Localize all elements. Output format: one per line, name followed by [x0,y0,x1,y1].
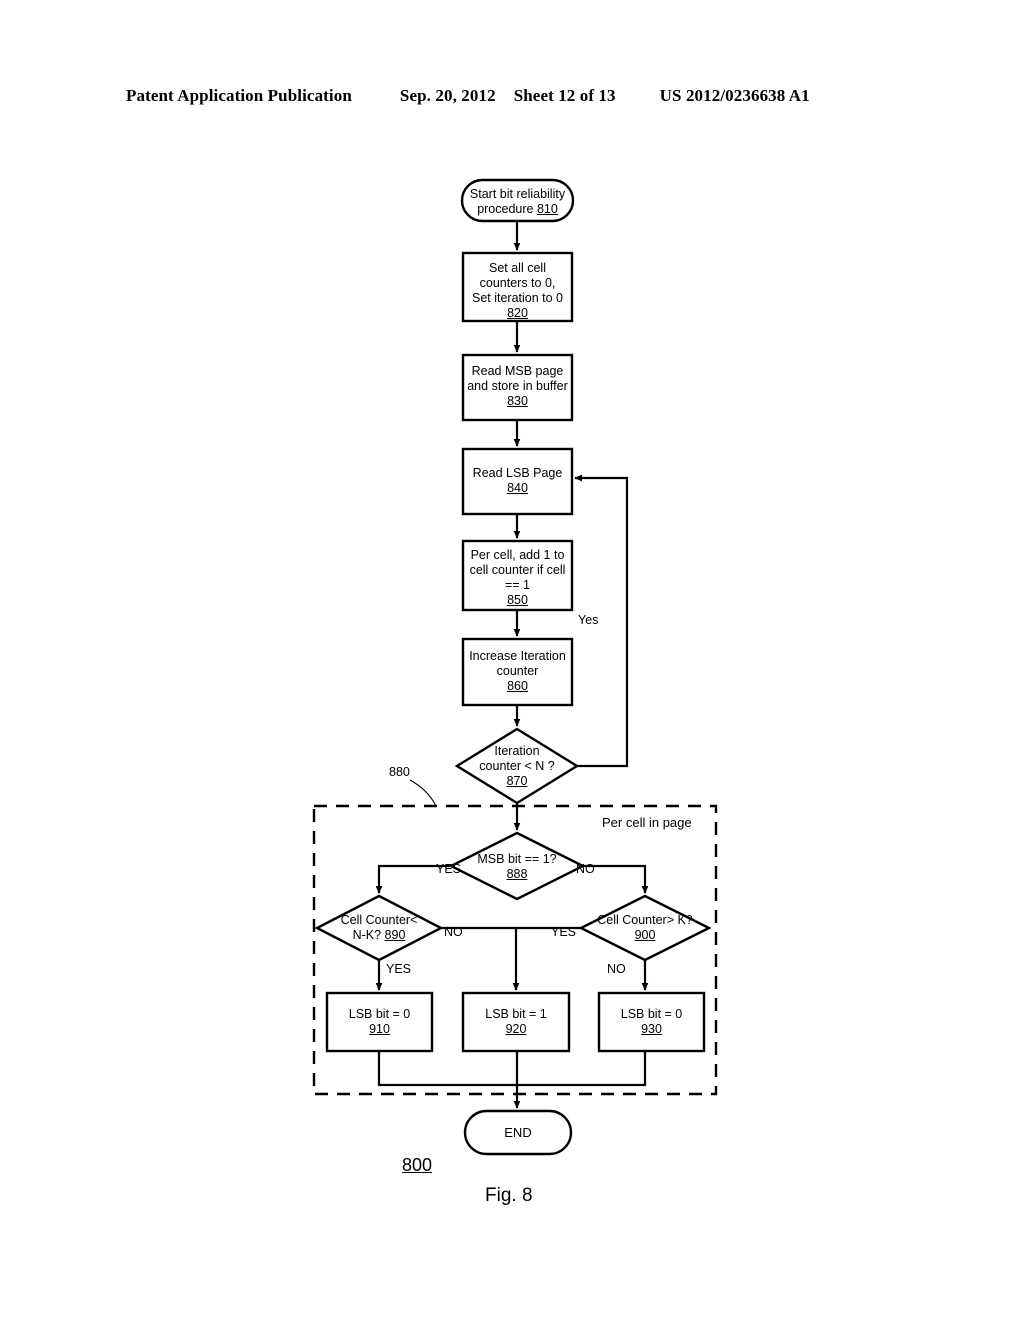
figure-reference-number: 800 [402,1155,433,1175]
edge-label-890-no: NO [444,925,463,939]
group-880-title: Per cell in page [602,815,692,830]
edge-label-900-yes: YES [551,925,577,939]
node-850-shape [461,539,574,612]
merge-910-bottom [377,1051,517,1087]
node-end-shape [463,1109,573,1156]
node-910-shape [325,991,434,1053]
flowchart-figure: Start bit reliability procedure 810 Set … [0,0,1024,1320]
node-870-shape [454,727,580,805]
figure-caption: Fig. 8 [485,1185,533,1206]
edge-label-msb-yes: YES [436,862,462,876]
node-860-shape [461,637,574,707]
node-820-shape [461,251,574,323]
node-start-shape [460,178,575,223]
node-900-shape [578,894,712,962]
node-830-shape [461,353,574,422]
flowchart-svg [312,178,718,1156]
node-840-shape [461,447,574,516]
merge-930-bottom [517,1051,647,1087]
node-890-shape [314,894,444,962]
node-930-shape [597,991,706,1053]
node-920-shape [461,991,571,1053]
group-880-ref-label: 880 [389,765,410,779]
edge-label-890-yes: YES [386,962,412,976]
group-880-leader-line [409,779,437,807]
edge-label-msb-no: NO [576,862,595,876]
edge-label-900-no: NO [607,962,626,976]
edge-label-loop-yes: Yes [578,613,599,627]
node-888-shape [448,831,586,901]
